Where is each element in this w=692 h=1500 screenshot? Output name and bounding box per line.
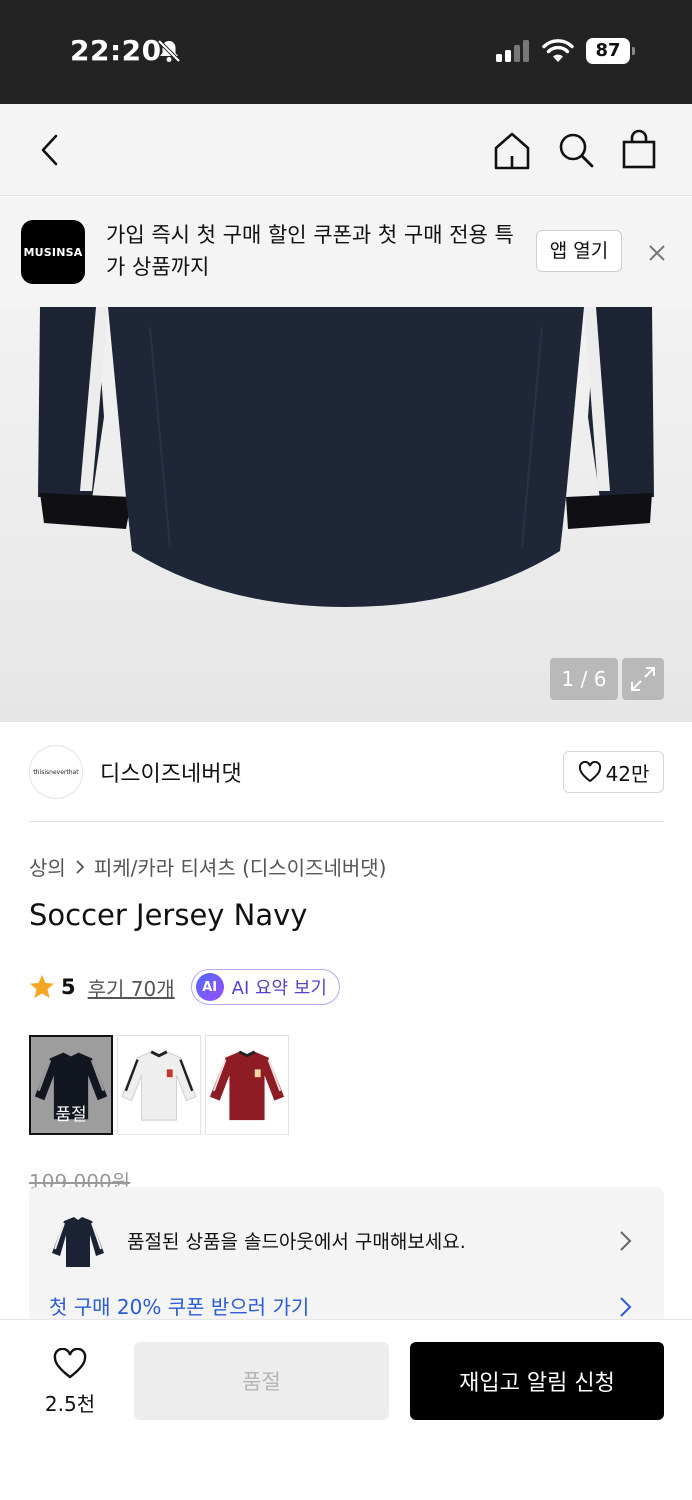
battery-level: 87: [586, 38, 630, 64]
heart-icon: [578, 761, 601, 783]
search-icon[interactable]: [556, 130, 596, 170]
rating-row: 5 후기 70개 AI AI 요약 보기: [29, 968, 340, 1006]
cellular-signal-icon: [496, 40, 529, 62]
wifi-icon: [542, 39, 574, 62]
bottom-action-bar: 2.5천 품절 재입고 알림 신청: [0, 1319, 692, 1500]
banner-message: 가입 즉시 첫 구매 할인 쿠폰과 첫 구매 전용 특가 상품까지: [106, 223, 514, 279]
status-bar: 22:20 87: [0, 0, 692, 104]
expand-image-button[interactable]: [622, 658, 664, 700]
wishlist-count: 2.5천: [44, 1392, 96, 1416]
top-navigation: [0, 104, 692, 196]
close-icon[interactable]: [646, 242, 668, 264]
sold-out-button[interactable]: 품절: [134, 1342, 389, 1420]
color-option-burgundy[interactable]: [205, 1035, 289, 1135]
product-title: Soccer Jersey Navy: [29, 898, 308, 932]
ai-badge-icon: AI: [195, 973, 224, 1001]
brand-like-button[interactable]: 42만: [563, 751, 664, 793]
divider: [29, 821, 664, 822]
color-option-white[interactable]: [117, 1035, 201, 1135]
soldout-message: 품절된 상품을 솔드아웃에서 구매해보세요.: [127, 1231, 466, 1253]
review-count-link[interactable]: 후기 70개: [88, 973, 175, 1002]
breadcrumb-subcategory[interactable]: 피케/카라 티셔츠 (디스이즈네버댓): [94, 852, 387, 881]
brand-name[interactable]: 디스이즈네버댓: [100, 756, 242, 788]
shopping-bag-icon[interactable]: [620, 128, 658, 170]
first-purchase-coupon-link[interactable]: 첫 구매 20% 쿠폰 받으러 가기: [49, 1291, 309, 1320]
breadcrumb-category[interactable]: 상의: [29, 852, 66, 881]
white-jersey-thumbnail: [118, 1036, 200, 1134]
back-arrow-icon[interactable]: [36, 132, 64, 168]
heart-icon[interactable]: [52, 1348, 88, 1380]
chevron-right-icon: [620, 1297, 632, 1317]
home-icon[interactable]: [492, 130, 532, 172]
image-page-indicator: 1 / 6: [550, 658, 618, 700]
brand-logo[interactable]: thisisneverthat: [29, 745, 83, 799]
sold-out-label: 품절: [55, 1105, 87, 1125]
restock-alert-button[interactable]: 재입고 알림 신청: [410, 1342, 664, 1420]
ai-summary-button[interactable]: AI AI 요약 보기: [190, 969, 340, 1005]
brand-logo-text: thisisneverthat: [33, 768, 79, 776]
expand-icon: [631, 667, 655, 691]
battery-indicator: 87: [586, 38, 636, 64]
product-image-gallery[interactable]: 1 / 6: [0, 307, 692, 722]
product-thumbnail: [50, 1209, 106, 1273]
bell-muted-icon: [157, 39, 181, 63]
color-option-navy[interactable]: 품절: [29, 1035, 113, 1135]
burgundy-jersey-thumbnail: [206, 1036, 288, 1134]
soldout-info-card[interactable]: 품절된 상품을 솔드아웃에서 구매해보세요. 첫 구매 20% 쿠폰 받으러 가…: [29, 1187, 664, 1327]
chevron-right-icon: [76, 859, 85, 874]
star-icon: [30, 975, 54, 998]
open-app-button[interactable]: 앱 열기: [536, 230, 622, 272]
rating-value: 5: [61, 975, 76, 999]
musinsa-logo: MUSINSA: [21, 220, 85, 284]
status-time: 22:20: [70, 34, 162, 67]
ai-summary-label: AI 요약 보기: [231, 978, 327, 999]
chevron-right-icon: [620, 1231, 632, 1251]
breadcrumb: 상의 피케/카라 티셔츠 (디스이즈네버댓): [29, 852, 386, 881]
brand-like-count: 42만: [605, 761, 650, 786]
app-install-banner: MUSINSA 가입 즉시 첫 구매 할인 쿠폰과 첫 구매 전용 특가 상품까…: [0, 197, 692, 307]
